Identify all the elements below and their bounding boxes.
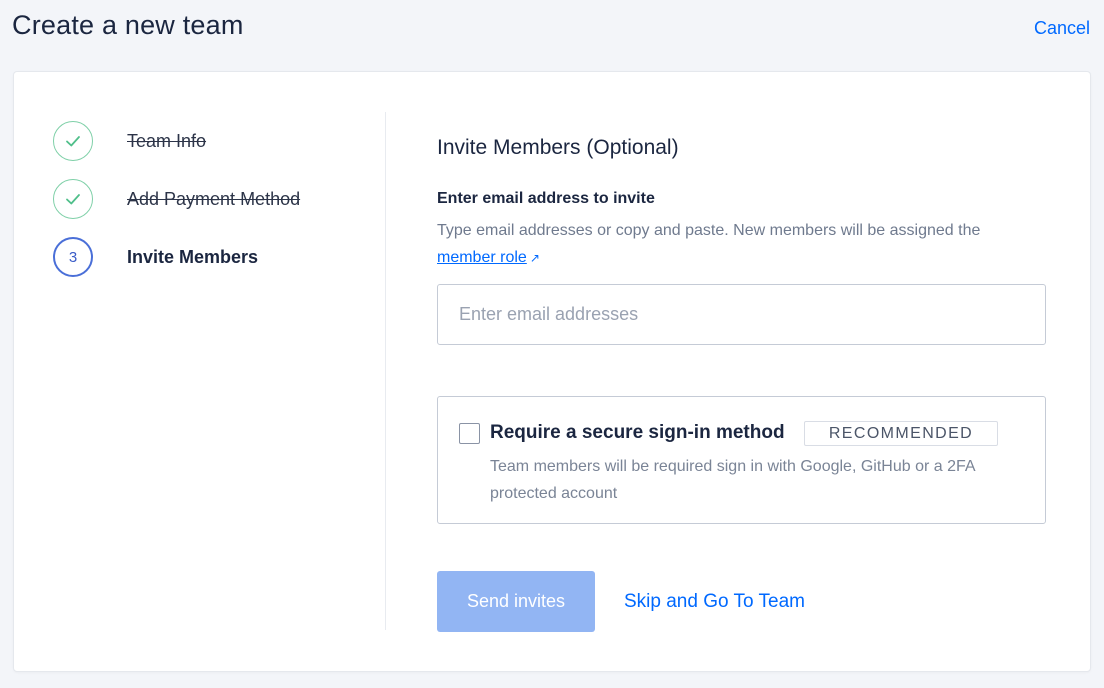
step-number: 3 [53, 237, 93, 277]
create-team-page: Create a new team Cancel Team Info Add P… [0, 0, 1104, 688]
step-label: Add Payment Method [127, 188, 301, 209]
action-bar: Send invites Skip and Go To Team [437, 571, 805, 632]
step-team-info: Team Info [53, 112, 300, 170]
cancel-link[interactable]: Cancel [1034, 18, 1090, 39]
member-role-link[interactable]: member role [437, 249, 527, 266]
step-label: Team Info [127, 130, 207, 151]
vertical-divider [385, 112, 386, 630]
step-list: Team Info Add Payment Method 3 Invite Me… [53, 112, 300, 286]
external-link-icon: ↗ [529, 251, 540, 265]
helper-text: Type email addresses or copy and paste. … [437, 217, 1047, 272]
invite-section: Invite Members (Optional) Enter email ad… [437, 136, 1047, 524]
send-invites-button[interactable]: Send invites [437, 571, 595, 632]
secure-signin-label[interactable]: Require a secure sign-in method [490, 422, 785, 444]
check-icon [53, 179, 93, 219]
secure-signin-box: Require a secure sign-in method RECOMMEN… [437, 396, 1046, 524]
email-input[interactable] [437, 284, 1046, 345]
step-label: Invite Members [127, 246, 259, 267]
step-add-payment-method: Add Payment Method [53, 170, 300, 228]
wizard-card: Team Info Add Payment Method 3 Invite Me… [13, 71, 1091, 672]
recommended-badge: RECOMMENDED [804, 421, 998, 446]
check-icon [53, 121, 93, 161]
secure-signin-description: Team members will be required sign in wi… [490, 458, 975, 502]
secure-signin-checkbox[interactable] [459, 423, 480, 444]
email-field-label: Enter email address to invite [437, 190, 655, 207]
step-invite-members: 3 Invite Members [53, 228, 300, 286]
section-title: Invite Members (Optional) [437, 136, 679, 159]
page-title: Create a new team [12, 10, 244, 40]
skip-to-team-link[interactable]: Skip and Go To Team [624, 591, 805, 613]
helper-text-body: Type email addresses or copy and paste. … [437, 222, 981, 239]
